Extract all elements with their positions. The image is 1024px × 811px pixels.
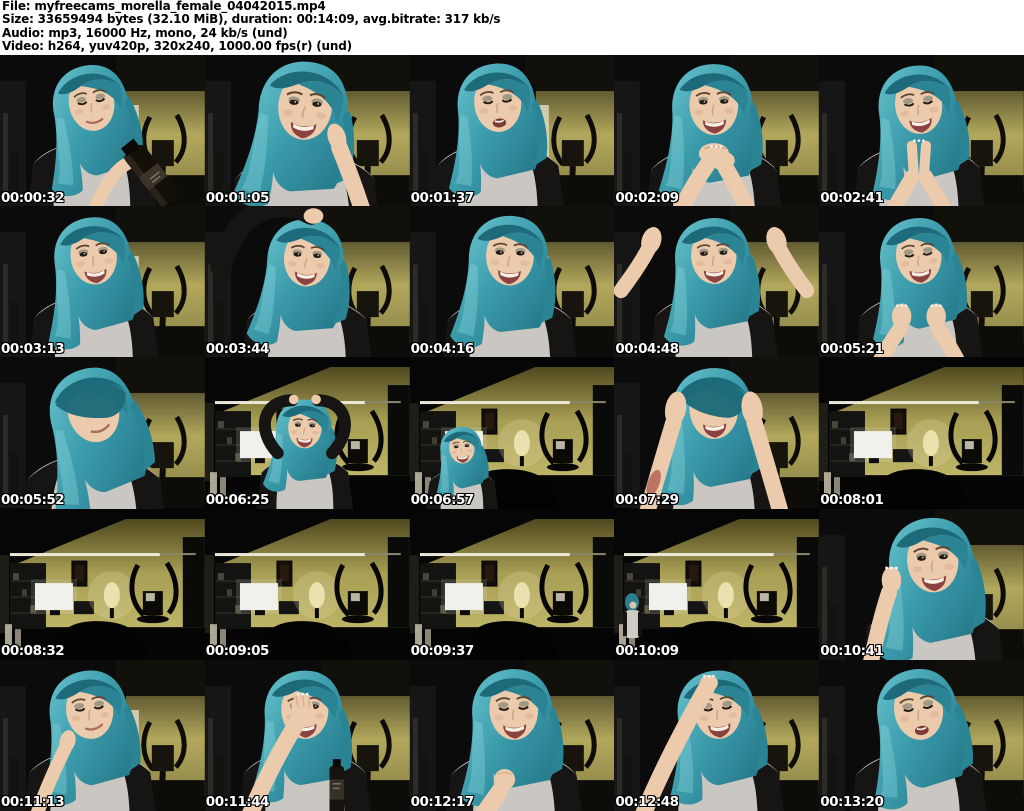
video-thumbnail: 00:00:32 <box>0 55 205 207</box>
thumbnail-timestamp: 00:00:32 <box>1 189 65 206</box>
thumbnail-timestamp: 00:08:32 <box>1 643 65 660</box>
thumbnail-frame-art <box>0 206 205 358</box>
thumbnail-timestamp: 00:11:13 <box>1 794 65 811</box>
video-thumbnail: 00:04:48 <box>614 206 820 358</box>
thumbnail-timestamp: 00:03:44 <box>205 340 270 357</box>
thumbnail-timestamp: 00:02:09 <box>615 189 679 206</box>
video-thumbnail: 00:11:44 <box>204 659 410 811</box>
thumbnail-frame-art <box>614 206 820 358</box>
thumbnail-timestamp: 00:13:20 <box>820 794 884 811</box>
thumbnail-timestamp: 00:04:16 <box>410 340 475 357</box>
thumbnail-frame-art <box>409 55 615 207</box>
contact-sheet: File: myfreecams_morella_female_04042015… <box>0 0 1024 811</box>
video-thumbnail: 00:11:13 <box>0 659 205 811</box>
thumbnail-frame-art <box>204 508 410 660</box>
info-line-video: Video: h264, yuv420p, 320x240, 1000.00 f… <box>2 39 352 54</box>
thumbnail-frame-art <box>0 659 205 811</box>
thumbnail-timestamp: 00:02:41 <box>820 189 884 206</box>
thumbnail-frame-art <box>819 206 1024 358</box>
thumbnail-timestamp: 00:01:37 <box>410 189 475 206</box>
thumbnail-timestamp: 00:09:05 <box>205 643 270 660</box>
video-thumbnail: 00:05:52 <box>0 357 205 509</box>
thumbnail-frame-art <box>409 206 615 358</box>
thumbnail-frame-art <box>409 508 615 660</box>
thumbnail-frame-art <box>0 357 205 509</box>
thumbnail-frame-art <box>204 357 410 509</box>
video-thumbnail: 00:07:29 <box>614 357 820 509</box>
thumbnail-timestamp: 00:03:13 <box>1 340 65 357</box>
video-thumbnail: 00:02:09 <box>614 55 820 207</box>
thumbnail-frame-art <box>204 55 410 207</box>
thumbnail-frame-art <box>614 357 820 509</box>
thumbnail-frame-art <box>614 508 820 660</box>
info-line-audio: Audio: mp3, 16000 Hz, mono, 24 kb/s (und… <box>2 25 288 40</box>
media-info-header: File: myfreecams_morella_female_04042015… <box>0 0 1024 55</box>
info-line-size: Size: 33659494 bytes (32.10 MiB), durati… <box>2 12 501 27</box>
thumbnail-timestamp: 00:08:01 <box>820 492 884 509</box>
video-thumbnail: 00:05:21 <box>819 206 1024 358</box>
thumbnail-timestamp: 00:12:17 <box>410 794 475 811</box>
thumbnail-timestamp: 00:01:05 <box>205 189 270 206</box>
thumbnail-timestamp: 00:11:44 <box>205 794 270 811</box>
video-thumbnail: 00:06:25 <box>204 357 410 509</box>
video-thumbnail: 00:13:20 <box>819 659 1024 811</box>
thumbnail-timestamp: 00:09:37 <box>410 643 475 660</box>
thumbnail-frame-art <box>614 55 820 207</box>
thumbnail-frame-art <box>614 659 820 811</box>
thumbnail-grid: 00:00:32 00:01:05 00:01:37 00:02:09 00:0… <box>0 55 1024 811</box>
thumbnail-frame-art <box>819 508 1024 660</box>
info-line-file: File: myfreecams_morella_female_04042015… <box>2 0 326 13</box>
thumbnail-timestamp: 00:05:21 <box>820 340 884 357</box>
thumbnail-timestamp: 00:04:48 <box>615 340 679 357</box>
video-thumbnail: 00:09:37 <box>409 508 615 660</box>
video-thumbnail: 00:03:44 <box>204 206 410 358</box>
thumbnail-timestamp: 00:05:52 <box>1 492 65 509</box>
thumbnail-timestamp: 00:06:57 <box>410 492 475 509</box>
video-thumbnail: 00:12:17 <box>409 659 615 811</box>
thumbnail-frame-art <box>819 357 1024 509</box>
thumbnail-frame-art <box>409 357 615 509</box>
video-thumbnail: 00:09:05 <box>204 508 410 660</box>
thumbnail-frame-art <box>409 659 615 811</box>
video-thumbnail: 00:02:41 <box>819 55 1024 207</box>
video-thumbnail: 00:08:32 <box>0 508 205 660</box>
video-thumbnail: 00:08:01 <box>819 357 1024 509</box>
video-thumbnail: 00:06:57 <box>409 357 615 509</box>
video-thumbnail: 00:12:48 <box>614 659 820 811</box>
thumbnail-timestamp: 00:12:48 <box>615 794 679 811</box>
thumbnail-frame-art <box>819 659 1024 811</box>
thumbnail-timestamp: 00:10:09 <box>615 643 679 660</box>
video-thumbnail: 00:10:41 <box>819 508 1024 660</box>
thumbnail-timestamp: 00:07:29 <box>615 492 679 509</box>
video-thumbnail: 00:01:05 <box>204 55 410 207</box>
video-thumbnail: 00:01:37 <box>409 55 615 207</box>
thumbnail-frame-art <box>204 659 410 811</box>
thumbnail-timestamp: 00:10:41 <box>820 643 884 660</box>
video-thumbnail: 00:10:09 <box>614 508 820 660</box>
video-thumbnail: 00:03:13 <box>0 206 205 358</box>
thumbnail-frame-art <box>0 508 205 660</box>
thumbnail-frame-art <box>0 55 205 207</box>
video-thumbnail: 00:04:16 <box>409 206 615 358</box>
thumbnail-frame-art <box>819 55 1024 207</box>
thumbnail-frame-art <box>204 206 410 358</box>
thumbnail-timestamp: 00:06:25 <box>205 492 270 509</box>
